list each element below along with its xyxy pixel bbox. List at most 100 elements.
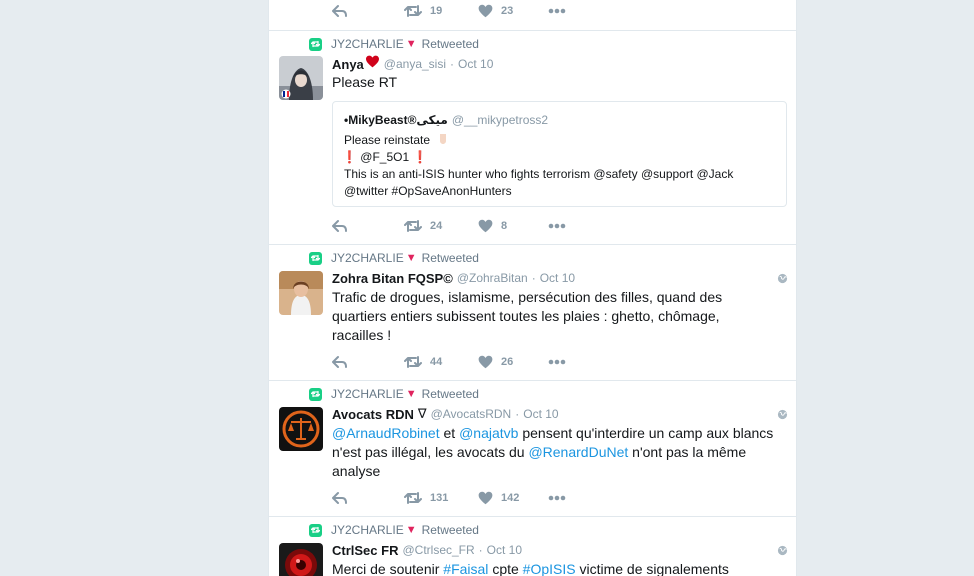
tweet-text: Merci de soutenir #Faisal cpte #OpISIS v… bbox=[332, 560, 792, 576]
heart-icon bbox=[478, 491, 493, 505]
timestamp[interactable]: Oct 10 bbox=[540, 271, 575, 285]
separator: · bbox=[450, 57, 455, 71]
retweet-count: 131 bbox=[430, 492, 449, 504]
more-button[interactable] bbox=[548, 8, 566, 14]
more-button[interactable] bbox=[548, 223, 566, 229]
retweet-icon bbox=[404, 5, 422, 17]
tweet-header: Avocats RDN ∇ @AvocatsRDN · Oct 10 bbox=[332, 405, 559, 423]
reply-button[interactable] bbox=[332, 4, 348, 18]
tweet-word: cpte bbox=[492, 561, 519, 576]
retweet-icon bbox=[404, 356, 422, 368]
avatar[interactable] bbox=[279, 271, 323, 315]
retweeted-label: Retweeted bbox=[421, 37, 479, 51]
tweet-anya[interactable]: JY2CHARLIE ▼ Retweeted Anya @anya_sisi · bbox=[269, 31, 796, 245]
reply-icon bbox=[332, 356, 347, 368]
heart-icon bbox=[478, 4, 493, 18]
reply-button[interactable] bbox=[332, 491, 348, 505]
like-button[interactable]: 26 bbox=[478, 355, 513, 369]
quoted-author-name: •MikyBeast®میکی bbox=[344, 113, 448, 127]
hashtag-link[interactable]: #OpISIS bbox=[523, 561, 576, 576]
heart-emoji-icon: ▼ bbox=[405, 388, 417, 400]
retweet-icon bbox=[404, 492, 422, 504]
author-name[interactable]: Zohra Bitan FQSP© bbox=[332, 271, 453, 286]
retweet-context: JY2CHARLIE ▼ Retweeted bbox=[309, 522, 479, 538]
tweet-text-line: @ArnaudRobinet et @najatvb pensent qu'in… bbox=[332, 424, 792, 443]
more-button[interactable] bbox=[548, 495, 566, 501]
tweet-word: Merci de soutenir bbox=[332, 561, 440, 576]
reply-icon bbox=[332, 5, 347, 17]
avatar[interactable] bbox=[279, 56, 323, 100]
tweet-text-line: Trafic de drogues, islamisme, persécutio… bbox=[332, 289, 723, 305]
timestamp[interactable]: Oct 10 bbox=[487, 543, 522, 557]
quoted-author-handle: @__mikypetross2 bbox=[451, 113, 549, 127]
timestamp[interactable]: Oct 10 bbox=[458, 57, 493, 71]
like-count: 26 bbox=[501, 356, 514, 368]
tweet-header: Anya @anya_sisi · Oct 10 bbox=[332, 55, 493, 73]
avatar[interactable] bbox=[279, 543, 323, 576]
like-button[interactable]: 8 bbox=[478, 219, 507, 233]
retweet-button[interactable]: 19 bbox=[404, 4, 442, 18]
globe-icon bbox=[777, 273, 788, 284]
pointing-hand-icon bbox=[437, 133, 449, 145]
like-count: 142 bbox=[501, 492, 520, 504]
author-handle[interactable]: @ZohraBitan bbox=[457, 271, 528, 285]
retweeter-name[interactable]: JY2CHARLIE bbox=[331, 37, 404, 51]
avatar[interactable] bbox=[279, 407, 323, 451]
quoted-mention[interactable]: @F_5O1 bbox=[360, 150, 409, 164]
retweet-context: JY2CHARLIE ▼ Retweeted bbox=[309, 386, 479, 402]
retweeter-name[interactable]: JY2CHARLIE bbox=[331, 387, 404, 401]
author-handle[interactable]: @anya_sisi bbox=[384, 57, 446, 71]
retweeted-label: Retweeted bbox=[421, 251, 479, 265]
more-button[interactable] bbox=[548, 359, 566, 365]
author-handle[interactable]: @AvocatsRDN bbox=[431, 407, 512, 421]
globe-icon bbox=[777, 409, 788, 420]
tweet-header: Zohra Bitan FQSP© @ZohraBitan · Oct 10 bbox=[332, 269, 575, 287]
timestamp[interactable]: Oct 10 bbox=[523, 407, 558, 421]
retweeter-name[interactable]: JY2CHARLIE bbox=[331, 523, 404, 537]
quoted-text-line3: This is an anti-ISIS hunter who fights t… bbox=[344, 167, 734, 181]
quoted-text-line4: @twitter #OpSaveAnonHunters bbox=[344, 184, 512, 198]
author-handle[interactable]: @Ctrlsec_FR bbox=[402, 543, 474, 557]
tweet-partial-top[interactable]: 19 23 bbox=[269, 0, 796, 31]
tweet-text-line: n'est pas illégal, les avocats du @Renar… bbox=[332, 443, 792, 462]
mention-link[interactable]: @najatvb bbox=[459, 425, 518, 441]
exclamation-icon: ❗ bbox=[412, 150, 428, 164]
tweet-ctrlsec[interactable]: JY2CHARLIE ▼ Retweeted CtrlSec FR @Ctrls… bbox=[269, 517, 796, 576]
like-count: 23 bbox=[501, 5, 514, 17]
tweet-word: victime de signalements bbox=[579, 561, 729, 576]
heart-emoji-icon: ▼ bbox=[405, 38, 417, 50]
retweet-button[interactable]: 24 bbox=[404, 219, 442, 233]
author-name[interactable]: CtrlSec FR bbox=[332, 543, 398, 558]
tweet-word: n'ont pas la même bbox=[632, 444, 747, 460]
mention-link[interactable]: @RenardDuNet bbox=[528, 444, 628, 460]
retweeter-name[interactable]: JY2CHARLIE bbox=[331, 251, 404, 265]
globe-icon bbox=[777, 545, 788, 556]
tweet-header: CtrlSec FR @Ctrlsec_FR · Oct 10 bbox=[332, 541, 522, 559]
tweet-zohra[interactable]: JY2CHARLIE ▼ Retweeted Zohra Bitan FQSP©… bbox=[269, 245, 796, 381]
retweet-button[interactable]: 44 bbox=[404, 355, 442, 369]
tweet-text-line: quartiers entiers subissent toutes les p… bbox=[332, 308, 720, 324]
quoted-tweet-header: •MikyBeast®میکی @__mikypetross2 bbox=[344, 113, 548, 127]
tweet-word: n'est pas illégal, les avocats du bbox=[332, 444, 525, 460]
retweeted-label: Retweeted bbox=[421, 523, 479, 537]
tweet-avocats[interactable]: JY2CHARLIE ▼ Retweeted Avocats RDN ∇ @Av… bbox=[269, 381, 796, 517]
retweeted-label: Retweeted bbox=[421, 387, 479, 401]
quoted-line: Please reinstate bbox=[344, 132, 449, 148]
like-count: 8 bbox=[501, 220, 508, 232]
reply-button[interactable] bbox=[332, 355, 348, 369]
heart-emoji-icon: ▼ bbox=[405, 252, 417, 264]
more-icon bbox=[548, 359, 566, 365]
like-button[interactable]: 142 bbox=[478, 491, 519, 505]
author-name[interactable]: Anya bbox=[332, 57, 364, 72]
timeline: 19 23 JY2CHARLIE ▼ Retweeted Anya @anya_… bbox=[268, 0, 797, 576]
hashtag-link[interactable]: #Faisal bbox=[443, 561, 488, 576]
author-name[interactable]: Avocats RDN bbox=[332, 407, 414, 422]
quoted-tweet[interactable]: •MikyBeast®میکی @__mikypetross2 Please r… bbox=[332, 101, 787, 207]
retweet-button[interactable]: 131 bbox=[404, 491, 448, 505]
heart-emoji-icon: ▼ bbox=[405, 524, 417, 536]
like-button[interactable]: 23 bbox=[478, 4, 513, 18]
reply-button[interactable] bbox=[332, 219, 348, 233]
retweet-context-icon bbox=[309, 37, 322, 51]
retweet-context: JY2CHARLIE ▼ Retweeted bbox=[309, 250, 479, 266]
mention-link[interactable]: @ArnaudRobinet bbox=[332, 425, 440, 441]
